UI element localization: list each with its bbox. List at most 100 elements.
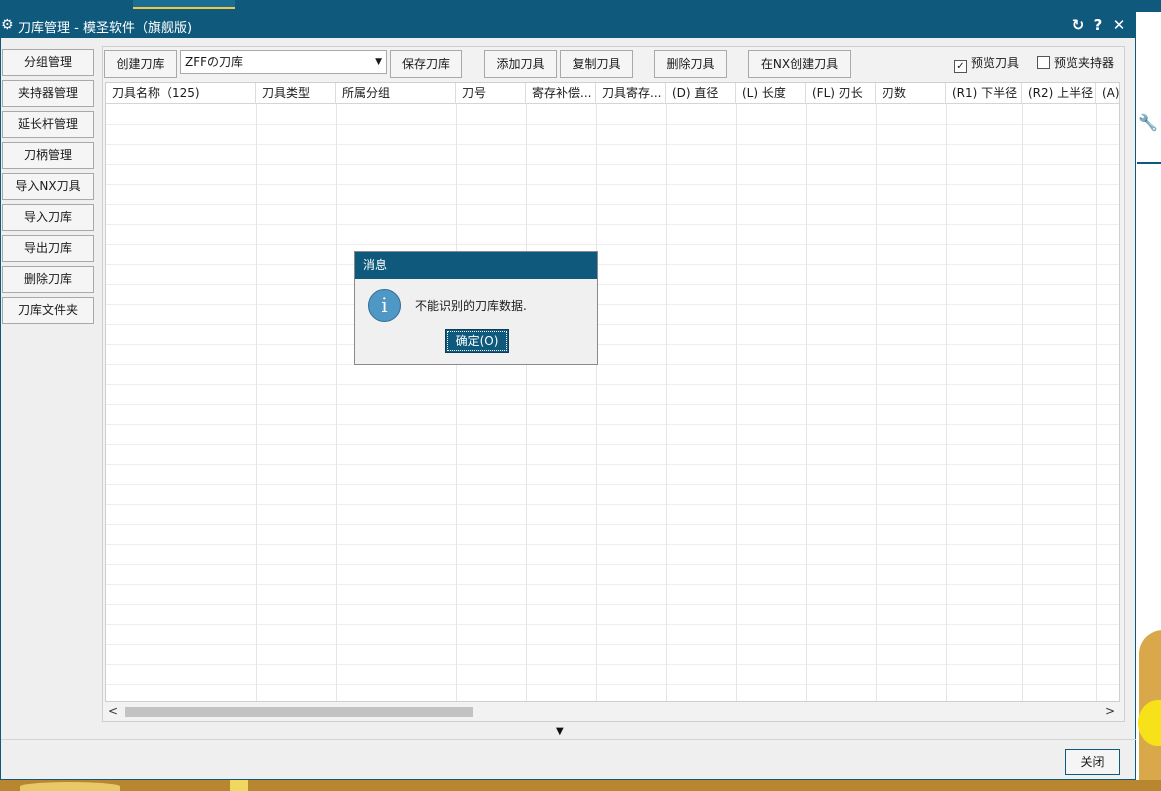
column-header-tool-type[interactable]: 刀具类型 [256, 83, 336, 104]
column-header-length[interactable]: (L) 长度 [736, 83, 806, 104]
background-model-bottom [0, 780, 1161, 791]
table-row-divider [106, 484, 1119, 485]
window-titlebar: ⚙ 刀库管理 - 模圣软件（旗舰版) ↻ ? ✕ [1, 13, 1136, 38]
table-row-divider [106, 144, 1119, 145]
table-column-divider [1096, 104, 1097, 701]
app-menu-strip [0, 0, 1161, 12]
table-row-divider [106, 204, 1119, 205]
library-select-value: ZFFの刀库 [185, 55, 244, 69]
create-library-button[interactable]: 创建刀库 [104, 50, 177, 78]
table-column-divider [256, 104, 257, 701]
wrench-icon[interactable]: 🔧 [1137, 112, 1159, 134]
table-row-divider [106, 124, 1119, 125]
table-row-divider [106, 664, 1119, 665]
table-column-divider [596, 104, 597, 701]
dropdown-arrow-icon[interactable]: ▼ [375, 51, 382, 73]
refresh-icon[interactable]: ↻ [1069, 15, 1087, 35]
table-column-divider [456, 104, 457, 701]
table-column-divider [736, 104, 737, 701]
tool-table[interactable]: 刀具名称（125) 刀具类型 所属分组 刀号 寄存补偿... 刀具寄存... (… [105, 82, 1120, 702]
horizontal-scrollbar[interactable]: < > [105, 703, 1120, 720]
table-row-divider [106, 344, 1119, 345]
table-row-divider [106, 184, 1119, 185]
sidebar-item-export-library[interactable]: 导出刀库 [2, 235, 94, 262]
column-header-tool-name[interactable]: 刀具名称（125) [106, 83, 256, 104]
table-row-divider [106, 364, 1119, 365]
close-icon[interactable]: ✕ [1110, 15, 1128, 35]
table-row-divider [106, 684, 1119, 685]
table-row-divider [106, 584, 1119, 585]
column-header-flutes[interactable]: 刃数 [876, 83, 946, 104]
scrollbar-thumb[interactable] [125, 707, 473, 717]
model-part [230, 780, 248, 791]
sidebar-item-extension-management[interactable]: 延长杆管理 [2, 111, 94, 138]
table-column-divider [1022, 104, 1023, 701]
help-icon[interactable]: ? [1089, 15, 1107, 35]
column-header-diameter[interactable]: (D) 直径 [666, 83, 736, 104]
column-header-offset-register[interactable]: 寄存补偿... [526, 83, 596, 104]
copy-tool-button[interactable]: 复制刀具 [560, 50, 633, 78]
table-row-divider [106, 564, 1119, 565]
table-row-divider [106, 264, 1119, 265]
checkbox-checked-icon[interactable]: ✓ [954, 60, 967, 73]
background-viewport: 🔧 [1133, 38, 1161, 791]
table-row-divider [106, 304, 1119, 305]
column-header-group[interactable]: 所属分组 [336, 83, 456, 104]
table-column-divider [876, 104, 877, 701]
preview-holder-checkbox[interactable]: 预览夹持器 [1037, 55, 1114, 71]
table-row-divider [106, 244, 1119, 245]
main-panel: 创建刀库 ZFFの刀库 ▼ 保存刀库 添加刀具 复制刀具 删除刀具 在NX创建刀… [102, 46, 1125, 722]
sidebar-item-holder-management[interactable]: 夹持器管理 [2, 80, 94, 107]
tool-library-window: ⚙ 刀库管理 - 模圣软件（旗舰版) ↻ ? ✕ 分组管理 夹持器管理 延长杆管… [0, 12, 1136, 780]
table-column-divider [666, 104, 667, 701]
sidebar-item-group-management[interactable]: 分组管理 [2, 49, 94, 76]
table-body[interactable] [106, 104, 1119, 701]
collapse-triangle-icon[interactable]: ▼ [556, 726, 564, 737]
info-icon: i [368, 289, 401, 322]
footer-divider [1, 739, 1136, 740]
table-row-divider [106, 544, 1119, 545]
scroll-left-icon[interactable]: < [105, 703, 121, 720]
table-row-divider [106, 424, 1119, 425]
sidebar-item-import-nx-tool[interactable]: 导入NX刀具 [2, 173, 94, 200]
preview-tool-label: 预览刀具 [971, 56, 1020, 70]
table-row-divider [106, 164, 1119, 165]
table-row-divider [106, 464, 1119, 465]
table-row-divider [106, 404, 1119, 405]
table-row-divider [106, 644, 1119, 645]
table-row-divider [106, 504, 1119, 505]
sidebar-item-delete-library[interactable]: 删除刀库 [2, 266, 94, 293]
library-select[interactable]: ZFFの刀库 ▼ [180, 50, 387, 74]
message-dialog: 消息 i 不能识别的刀库数据. 确定(O) [354, 251, 598, 365]
table-row-divider [106, 384, 1119, 385]
column-header-tool-register[interactable]: 刀具寄存... [596, 83, 666, 104]
sidebar-item-shank-management[interactable]: 刀柄管理 [2, 142, 94, 169]
close-button[interactable]: 关闭 [1065, 749, 1120, 775]
column-header-upper-radius[interactable]: (R2) 上半径 [1022, 83, 1096, 104]
table-row-divider [106, 624, 1119, 625]
create-in-nx-button[interactable]: 在NX创建刀具 [748, 50, 851, 78]
column-header-angle[interactable]: (A) [1096, 83, 1119, 104]
add-tool-button[interactable]: 添加刀具 [484, 50, 557, 78]
table-column-divider [336, 104, 337, 701]
table-column-divider [806, 104, 807, 701]
table-row-divider [106, 324, 1119, 325]
gear-icon: ⚙ [1, 17, 14, 33]
sidebar-item-import-library[interactable]: 导入刀库 [2, 204, 94, 231]
sidebar-item-library-folder[interactable]: 刀库文件夹 [2, 297, 94, 324]
preview-tool-checkbox[interactable]: ✓ 预览刀具 [954, 55, 1019, 73]
checkbox-unchecked-icon[interactable] [1037, 56, 1050, 69]
window-title: 刀库管理 - 模圣软件（旗舰版) [18, 21, 193, 36]
column-header-flute-length[interactable]: (FL) 刃长 [806, 83, 876, 104]
ok-button[interactable]: 确定(O) [445, 329, 509, 353]
save-library-button[interactable]: 保存刀库 [390, 50, 462, 78]
table-header: 刀具名称（125) 刀具类型 所属分组 刀号 寄存补偿... 刀具寄存... (… [106, 83, 1119, 104]
message-title: 消息 [355, 252, 597, 279]
table-row-divider [106, 444, 1119, 445]
column-header-tool-number[interactable]: 刀号 [456, 83, 526, 104]
app-active-tab[interactable] [133, 0, 235, 9]
scroll-right-icon[interactable]: > [1102, 703, 1118, 720]
table-column-divider [946, 104, 947, 701]
delete-tool-button[interactable]: 删除刀具 [654, 50, 727, 78]
column-header-lower-radius[interactable]: (R1) 下半径 [946, 83, 1022, 104]
